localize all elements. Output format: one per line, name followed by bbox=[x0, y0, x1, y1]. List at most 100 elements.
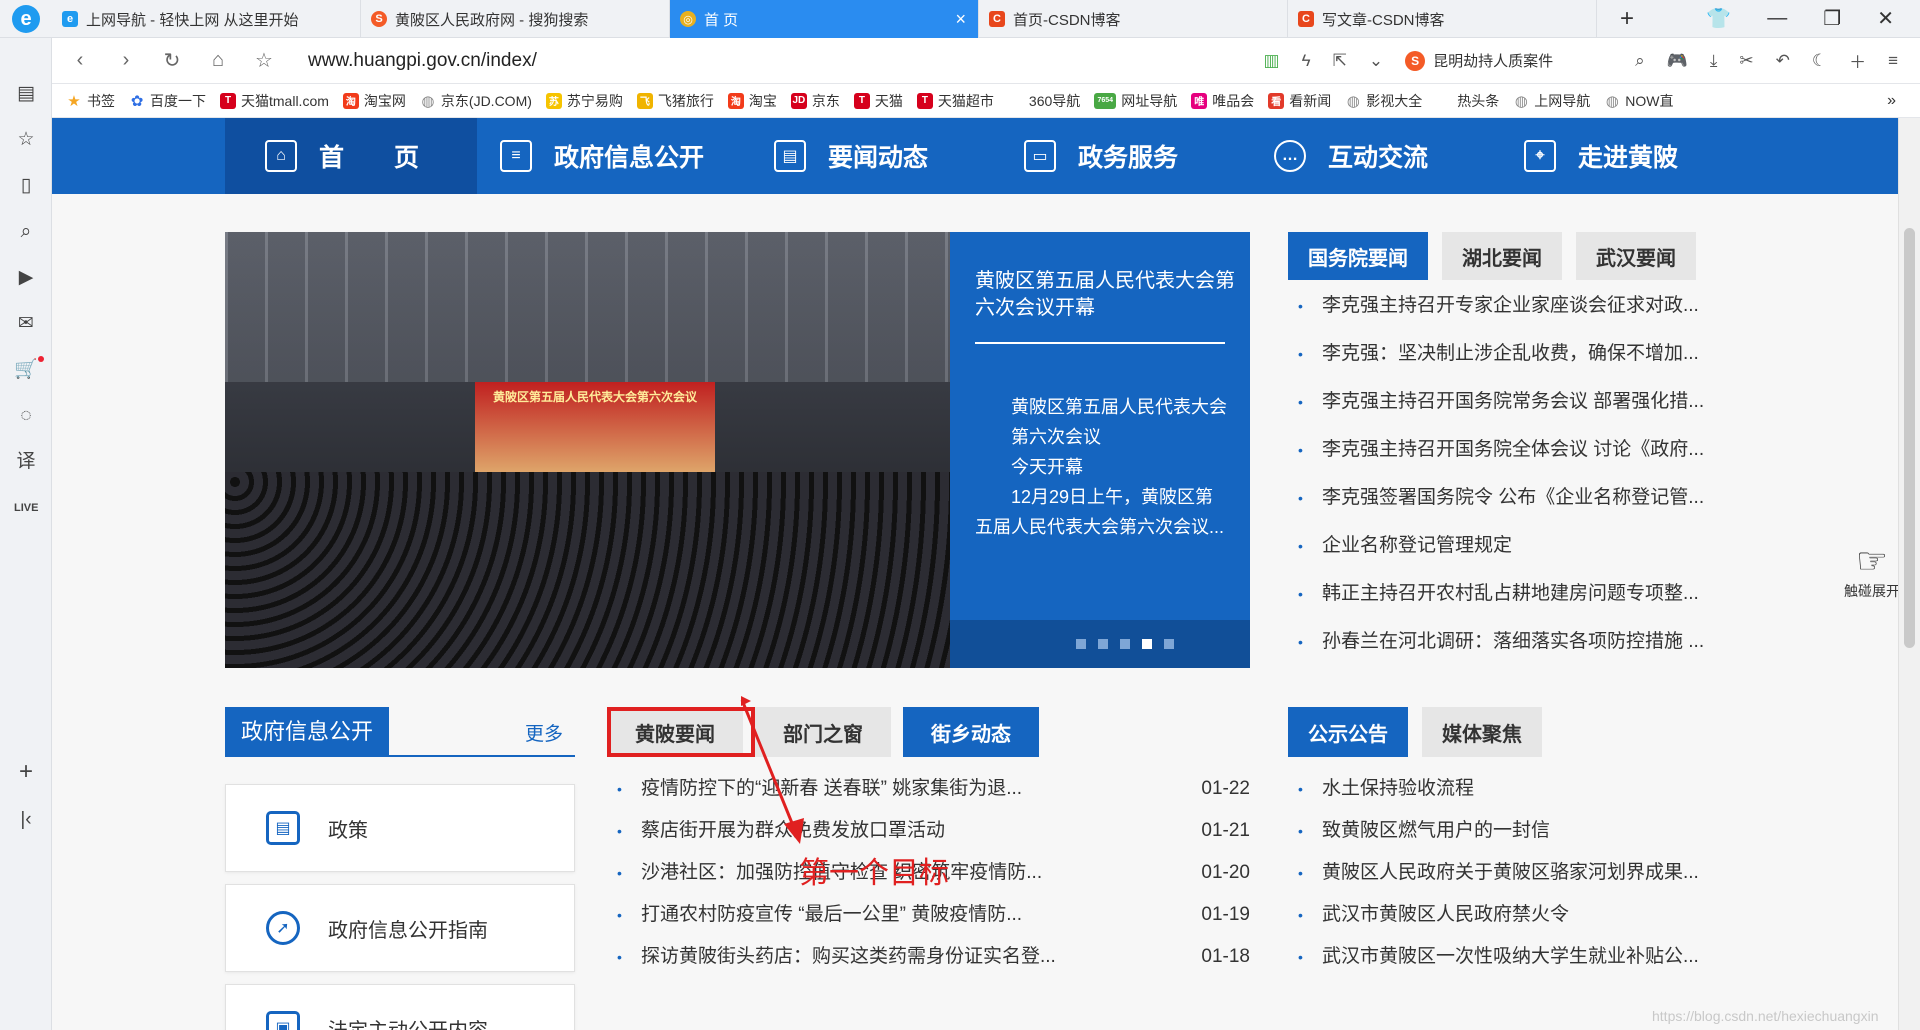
news-item[interactable]: 武汉市黄陂区人民政府禁火令 bbox=[1288, 894, 1728, 936]
tab-1[interactable]: S 黄陂区人民政府网 - 搜狗搜索 bbox=[361, 0, 670, 38]
scrollbar-thumb[interactable] bbox=[1904, 228, 1915, 648]
favorites-icon[interactable]: ☆ bbox=[14, 128, 38, 152]
notice-list: 水土保持验收流程致黄陂区燃气用户的一封信黄陂区人民政府关于黄陂区骆家河划界成果.… bbox=[1288, 768, 1728, 978]
bookmark-label: 影视大全 bbox=[1366, 92, 1423, 109]
sogou-icon: S bbox=[1405, 50, 1426, 71]
bookmark-label: 天猫tmall.com bbox=[241, 92, 329, 109]
news-icon[interactable]: ▤ bbox=[14, 82, 38, 106]
bookmark-item[interactable]: ★ 书签 bbox=[66, 91, 115, 111]
collapse-icon[interactable]: |‹ bbox=[14, 808, 38, 832]
translate-icon[interactable]: 译 bbox=[14, 450, 38, 474]
tab-media[interactable]: 媒体聚焦 bbox=[1422, 707, 1542, 757]
new-tab-button[interactable]: + bbox=[1597, 0, 1657, 38]
live-icon[interactable]: LIVE bbox=[14, 496, 38, 520]
search-icon[interactable]: ⌕ bbox=[1635, 51, 1645, 71]
bookmark-item[interactable]: 飞飞猪旅行 bbox=[636, 91, 714, 111]
news-item[interactable]: 水土保持验收流程 bbox=[1288, 768, 1728, 810]
reader-mode-icon[interactable]: ▥ bbox=[1264, 51, 1280, 71]
emblem-icon: ◎ bbox=[680, 11, 696, 27]
bookmark-item[interactable]: 看看新闻 bbox=[1268, 91, 1331, 111]
bookmark-item[interactable]: 7654 网址导航 bbox=[1094, 91, 1177, 111]
annotation-label: 第一个目标 bbox=[799, 857, 949, 890]
site-logo-icon bbox=[1436, 93, 1452, 109]
tab-label: 黄陂区人民政府网 - 搜狗搜索 bbox=[395, 11, 589, 29]
bookmark-item[interactable]: ◍ 京东(JD.COM) bbox=[420, 91, 532, 111]
bookmark-item[interactable]: ✿ 百度一下 bbox=[129, 91, 206, 111]
minimize-icon[interactable]: — bbox=[1767, 7, 1787, 30]
tab-label: 上网导航 - 轻快上网 从这里开始 bbox=[86, 11, 299, 29]
search-icon[interactable]: ⌕ bbox=[14, 220, 38, 244]
bookmark-label: 书签 bbox=[87, 92, 115, 109]
bookmark-label: 淘宝 bbox=[748, 92, 777, 109]
bookmark-label: 天猫 bbox=[874, 92, 903, 109]
bookmark-item[interactable]: ◍ 影视大全 bbox=[1345, 91, 1423, 111]
bookmark-item[interactable]: 360导航 bbox=[1008, 91, 1080, 111]
news-item[interactable]: 黄陂区人民政府关于黄陂区骆家河划界成果... bbox=[1288, 852, 1728, 894]
close-icon[interactable]: × bbox=[955, 9, 966, 30]
cart-icon[interactable]: 🛒 bbox=[14, 358, 38, 382]
menu-icon[interactable]: ≡ bbox=[1888, 51, 1898, 71]
bookmark-item[interactable]: JD 京东 bbox=[790, 91, 840, 111]
forward-icon[interactable]: › bbox=[108, 49, 144, 72]
video-icon[interactable]: ▶ bbox=[14, 266, 38, 290]
scissors-icon[interactable]: ✂ bbox=[1739, 51, 1753, 71]
csdn-logo-icon: C bbox=[989, 11, 1005, 27]
tab-4[interactable]: C 写文章-CSDN博客 bbox=[1288, 0, 1597, 38]
bookmark-item[interactable]: ◍ NOW直 bbox=[1604, 91, 1674, 111]
bookmark-item[interactable]: 淘淘宝 bbox=[727, 91, 777, 111]
bookmark-item[interactable]: T 天猫 bbox=[853, 91, 903, 111]
site-logo-icon: 苏 bbox=[545, 92, 562, 109]
news-title: 致黄陂区燃气用户的一封信 bbox=[1322, 820, 1551, 841]
site-logo-icon: T bbox=[916, 92, 933, 109]
globe-icon: ◍ bbox=[1605, 92, 1619, 110]
moon-icon[interactable]: ☾ bbox=[1812, 51, 1827, 71]
mail-icon[interactable]: ✉ bbox=[14, 312, 38, 336]
bookmark-item[interactable]: 淘淘宝网 bbox=[342, 91, 406, 111]
lightning-icon[interactable]: ϟ bbox=[1302, 51, 1311, 71]
tab-0[interactable]: e 上网导航 - 轻快上网 从这里开始 bbox=[52, 0, 361, 38]
url-input[interactable]: www.huangpi.gov.cn/index/ bbox=[308, 50, 537, 72]
touch-expand-hint[interactable]: ☞ 触碰展开 bbox=[1837, 541, 1898, 601]
download-icon[interactable]: ⤓ bbox=[1710, 51, 1718, 71]
page-scrollbar[interactable] bbox=[1898, 118, 1920, 1030]
undo-icon[interactable]: ↶ bbox=[1776, 51, 1790, 71]
bookmark-item[interactable]: T 天猫tmall.com bbox=[220, 91, 329, 111]
search-suggestion[interactable]: S 昆明劫持人质案件 bbox=[1405, 50, 1553, 71]
bookmark-item[interactable]: T 天猫超市 bbox=[916, 91, 994, 111]
add-icon[interactable]: + bbox=[14, 760, 38, 784]
notice-tabs: 公示公告 媒体聚焦 bbox=[1288, 707, 1542, 757]
bookmark-label: NOW直 bbox=[1625, 92, 1674, 109]
browser-logo-icon[interactable]: e bbox=[0, 0, 52, 38]
refresh-icon[interactable]: ↻ bbox=[154, 48, 190, 73]
site-logo-icon bbox=[1008, 93, 1024, 109]
bookmarks-overflow-icon[interactable]: » bbox=[1887, 92, 1920, 110]
close-window-icon[interactable]: ✕ bbox=[1877, 6, 1894, 31]
news-item[interactable]: 致黄陂区燃气用户的一封信 bbox=[1288, 810, 1728, 852]
tab-notices[interactable]: 公示公告 bbox=[1288, 707, 1408, 757]
tab-3[interactable]: C 首页-CSDN博客 bbox=[979, 0, 1288, 38]
bookmark-item[interactable]: ◍ 上网导航 bbox=[1513, 91, 1591, 111]
news-item[interactable]: 武汉市黄陂区一次性吸纳大学生就业补贴公... bbox=[1288, 936, 1728, 978]
back-icon[interactable]: ‹ bbox=[62, 49, 98, 72]
bookmark-item[interactable]: 唯唯品会 bbox=[1191, 91, 1254, 111]
home-icon[interactable]: ⌂ bbox=[200, 49, 236, 72]
share-icon[interactable]: ⇱ bbox=[1333, 51, 1347, 71]
tab-2-active[interactable]: ◎ 首 页 × bbox=[670, 0, 979, 38]
bookmark-label: 京东(JD.COM) bbox=[440, 92, 532, 109]
plus-icon[interactable]: ＋ bbox=[1849, 48, 1866, 73]
bookmark-label: 看新闻 bbox=[1289, 92, 1332, 109]
news-title: 黄陂区人民政府关于黄陂区骆家河划界成果... bbox=[1322, 862, 1699, 883]
star-icon: ★ bbox=[67, 92, 81, 110]
restore-icon[interactable]: ❐ bbox=[1823, 6, 1841, 31]
chat-icon[interactable]: ◌ bbox=[14, 404, 38, 428]
chevron-down-icon[interactable]: ⌄ bbox=[1369, 51, 1383, 71]
bookmark-item[interactable]: 苏苏宁易购 bbox=[545, 91, 623, 111]
bookmark-label: 热头条 bbox=[1457, 92, 1500, 109]
site-logo-icon: 淘 bbox=[342, 92, 359, 109]
bookmark-label: 360导航 bbox=[1028, 92, 1081, 109]
gamepad-icon[interactable]: 🎮 bbox=[1667, 51, 1688, 71]
favorite-star-icon[interactable]: ☆ bbox=[246, 48, 282, 73]
shirt-icon[interactable]: 👕 bbox=[1706, 6, 1731, 31]
bookmark-item[interactable]: 热头条 bbox=[1436, 91, 1499, 111]
book-icon[interactable]: ▯ bbox=[14, 174, 38, 198]
